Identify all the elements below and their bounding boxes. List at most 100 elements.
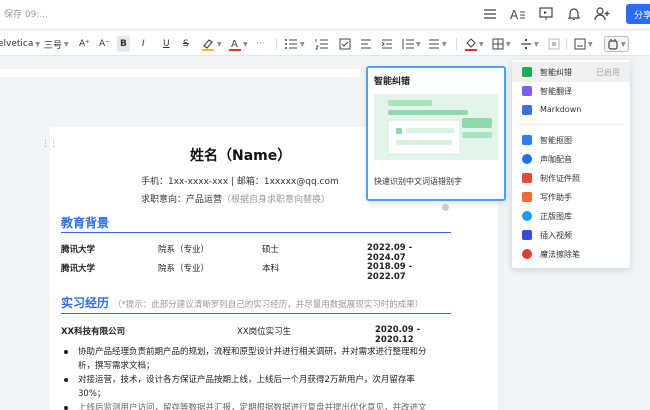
bold-button[interactable]: B (117, 36, 130, 52)
text-style-icon[interactable]: A (504, 4, 532, 24)
bullet-list-button[interactable]: ▼ (284, 36, 305, 52)
numbered-list-button[interactable] (315, 36, 329, 52)
menu-item-label: 智能抠图 (540, 136, 572, 145)
writing-assistant-icon (522, 192, 532, 202)
id-photo-icon (522, 173, 532, 183)
job-intent[interactable]: 求职意向：产品运营（根据自身求职意向替换） (141, 192, 330, 205)
chevron-down-icon: ▼ (588, 40, 593, 48)
menu-item-id-photo[interactable]: 制作证件照 (512, 168, 630, 188)
highlight-button[interactable]: ▼ (201, 36, 222, 52)
resize-handle[interactable] (442, 204, 449, 211)
menu-item-label: 声咖配音 (540, 155, 572, 164)
education-row[interactable]: 腾讯大学 院系（专业） 本科 2018.09 - 2022.07 (61, 262, 451, 282)
menu-item-magic-eraser[interactable]: 魔法擦除笔 (512, 244, 630, 264)
degree: 硕士 (262, 245, 280, 255)
table-icon (492, 38, 504, 50)
top-bar: 保存 09:... A 分享 (0, 0, 650, 28)
paragraph-icon (429, 39, 439, 49)
menu-item-dubbing[interactable]: 声咖配音 (512, 149, 630, 169)
menu-icon[interactable] (476, 4, 504, 24)
menu-item-label: 插入视频 (540, 231, 572, 240)
chevron-down-icon: ▼ (479, 40, 484, 48)
grow-font-button[interactable]: A⁺ (79, 36, 90, 52)
font-size-select[interactable]: 三号 ▼ (44, 36, 69, 52)
highlighter-icon (202, 39, 214, 51)
format-toolbar: elvetica ▼ 三号 ▼ A⁺ A⁻ B I U S ▼ A ▼ ··· ▼ … (0, 30, 650, 56)
fill-color-button[interactable]: ▼ (465, 36, 484, 52)
chevron-down-icon: ▼ (442, 40, 447, 48)
menu-item-smart-correct[interactable]: 智能纠错 已启用 (512, 62, 630, 82)
underline-button[interactable]: U (163, 36, 170, 52)
menu-item-writing-assistant[interactable]: 写作助手 (512, 187, 630, 207)
contact-line[interactable]: 手机：1xx-xxxx-xxx | 邮箱：1xxxxx@qq.com (141, 174, 339, 187)
bullet-text: 上线后监测用户访问，留存等数据并汇报，定期根据数据进行复盘并提出优化意见，并改进… (78, 403, 427, 410)
education-row[interactable]: 腾讯大学 院系（专业） 硕士 2022.09 - 2024.07 (61, 243, 451, 263)
chevron-down-icon: ▼ (300, 40, 305, 48)
checklist-button[interactable] (339, 36, 351, 52)
shrink-font-button[interactable]: A⁻ (99, 36, 110, 52)
indent-button[interactable] (381, 36, 393, 52)
resume-name[interactable]: 姓名（Name） (190, 145, 291, 165)
image-icon (574, 38, 586, 50)
top-icons: A (476, 4, 616, 24)
bullet-text: 对接运营，技术，设计各方保证产品按期上线，上线后一个月获得2万新用户，次月留存率 (78, 375, 415, 385)
menu-item-translate[interactable]: 智能翻译 (512, 81, 630, 101)
block-icon (548, 38, 560, 50)
internship-heading[interactable]: 实习经历 （*提示：此部分建议清晰罗列自己的实习经历，并尽量用数据展现实习时的成果… (61, 294, 423, 311)
video-icon (522, 230, 532, 240)
translate-icon (522, 86, 532, 96)
job-intent-hint: （根据自身求职意向替换） (222, 195, 331, 205)
table-button[interactable]: ▼ (492, 36, 511, 52)
share-button[interactable]: 分享 (626, 4, 650, 24)
line-spacing-icon (402, 39, 414, 49)
menu-item-video[interactable]: 插入视频 (512, 225, 630, 245)
menu-item-cutout[interactable]: 智能抠图 (512, 130, 630, 150)
strikethrough-button[interactable]: S (183, 36, 189, 52)
dubbing-icon (522, 154, 532, 164)
bullet-list-icon (285, 39, 297, 49)
apps-button[interactable]: ▼ (604, 36, 629, 52)
paragraph-button[interactable]: ▼ (428, 36, 447, 52)
font-family-select[interactable]: elvetica ▼ (0, 36, 40, 52)
numbered-list-icon (315, 39, 328, 50)
bullet-dot (64, 350, 68, 354)
image-button[interactable]: ▼ (574, 36, 593, 52)
bullet-text: 协助产品经理负责前期产品的规划，流程和原型设计并进行相关调研，并对需求进行整理和… (78, 347, 427, 357)
section-divider (61, 232, 451, 233)
divider-insert-button[interactable]: ▼ (520, 36, 539, 52)
bullet-text: 30%； (78, 389, 106, 399)
add-user-icon[interactable] (588, 4, 616, 24)
present-icon[interactable] (532, 4, 560, 24)
degree: 本科 (262, 264, 280, 274)
magic-eraser-icon (522, 249, 532, 259)
internship-title: 实习经历 (61, 296, 110, 310)
insert-block-button[interactable] (548, 36, 560, 52)
feature-preview-card: 智能纠错 快速识别中文词语错别字 (366, 66, 506, 201)
align-button[interactable] (360, 36, 372, 52)
period: 2018.09 - 2022.07 (367, 262, 413, 282)
indent-icon (381, 39, 392, 49)
chevron-down-icon: ▼ (534, 40, 539, 48)
education-heading[interactable]: 教育背景 (61, 214, 109, 231)
chevron-down-icon: ▼ (621, 40, 626, 48)
department: 院系（专业） (158, 264, 210, 274)
image-library-icon (522, 211, 532, 221)
school-name: 腾讯大学 (61, 264, 96, 274)
text-color-button[interactable]: A ▼ (229, 36, 248, 52)
checkbox-icon (339, 38, 351, 50)
school-name: 腾讯大学 (61, 245, 96, 255)
more-format-button[interactable]: ··· (256, 36, 265, 52)
divider (566, 38, 567, 50)
italic-button[interactable]: I (142, 36, 145, 52)
bullet-text: 析，撰写需求文档； (78, 361, 155, 371)
menu-item-label: 写作助手 (540, 193, 572, 202)
notification-icon[interactable] (560, 4, 588, 24)
internship-row[interactable]: XX科技有限公司 XX岗位实习生 2020.09 - 2020.12 (61, 325, 451, 345)
font-size-value: 三号 (44, 40, 63, 51)
position: XX岗位实习生 (237, 327, 292, 337)
menu-item-markdown[interactable]: Markdown (512, 100, 630, 120)
markdown-icon (522, 105, 532, 115)
line-spacing-button[interactable]: ▼ (402, 36, 421, 52)
drag-handle-icon[interactable]: ⋮⋮ (41, 139, 58, 149)
menu-item-image-library[interactable]: 正版图库 (512, 206, 630, 226)
